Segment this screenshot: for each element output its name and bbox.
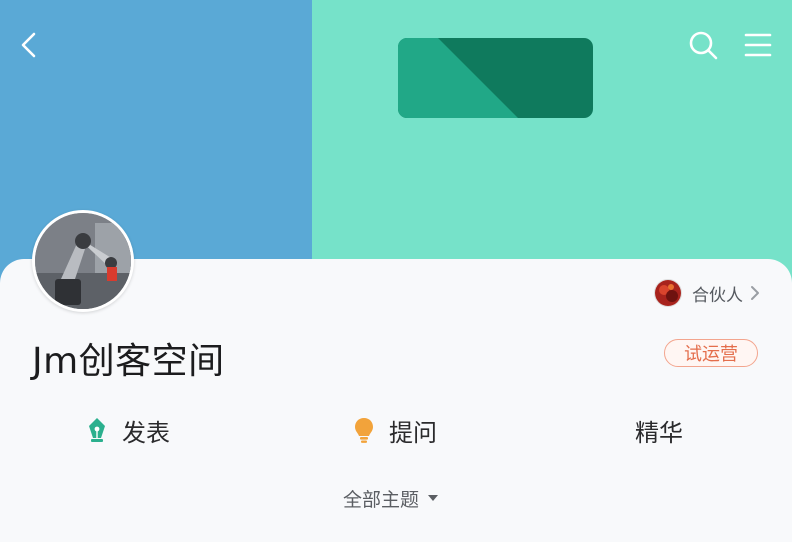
topic-filter-label: 全部主题 [343,488,420,511]
menu-icon [744,33,772,57]
partner-avatar [654,279,682,307]
search-button[interactable] [686,28,720,62]
robot-arm-image [35,213,131,309]
partner-label: 合伙人 [692,285,743,306]
caret-down-icon [428,495,439,501]
search-icon [689,31,718,60]
menu-button[interactable] [740,28,776,62]
chevron-right-icon [751,286,759,300]
ask-label: 提问 [389,418,437,447]
circle-avatar[interactable] [32,210,134,312]
chevron-left-icon [21,32,36,58]
ask-button[interactable]: 提问 [353,410,437,450]
partner-avatar-image [655,280,681,306]
status-badge: 试运营 [664,339,758,367]
back-button[interactable] [14,28,48,62]
circle-title: Jm创客空间 [32,341,225,382]
lightbulb-icon [353,415,379,445]
topic-filter-dropdown[interactable]: 全部主题 [343,484,439,512]
post-label: 发表 [122,418,170,447]
pen-nib-icon [86,415,112,445]
featured-label: 精华 [635,418,683,447]
cover-graphic-shape [398,38,518,118]
featured-tab[interactable]: 精华 [635,410,683,450]
banner-cover-graphic [398,38,593,118]
post-button[interactable]: 发表 [86,410,170,450]
partner-link[interactable]: 合伙人 [654,278,761,308]
